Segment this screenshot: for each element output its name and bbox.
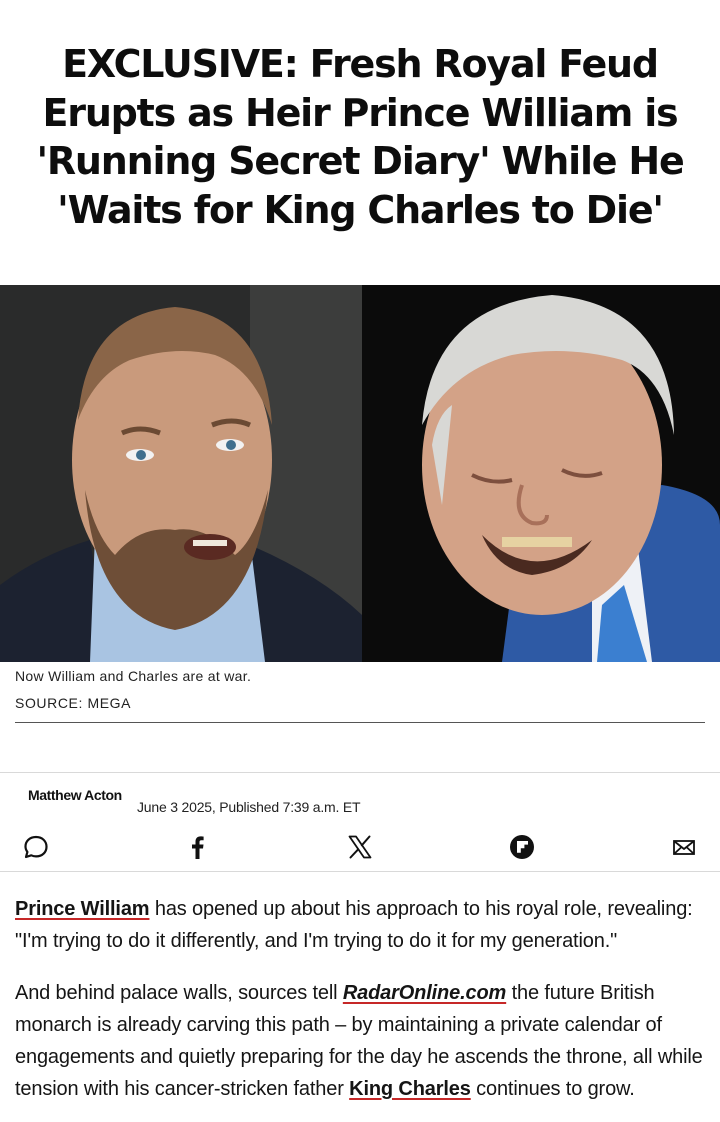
paragraph-2-text-start: And behind palace walls, sources tell	[15, 982, 343, 1004]
publish-date: June 3 2025, Published 7:39 a.m. ET	[137, 799, 361, 815]
image-caption: Now William and Charles are at war.	[15, 668, 252, 684]
paragraph-2-text-end: continues to grow.	[470, 1078, 635, 1100]
caption-divider	[15, 722, 705, 723]
article-body: Prince William has opened up about his a…	[15, 893, 710, 1122]
paragraph-2: And behind palace walls, sources tell Ra…	[15, 977, 710, 1105]
hero-image	[0, 285, 720, 662]
comment-icon	[24, 835, 48, 859]
email-share-button[interactable]	[668, 830, 700, 864]
facebook-icon	[192, 836, 204, 859]
paragraph-1: Prince William has opened up about his a…	[15, 893, 710, 957]
x-icon	[348, 835, 372, 859]
image-source: SOURCE: MEGA	[15, 695, 132, 711]
radaronline-link[interactable]: RadarOnline.com	[343, 982, 507, 1004]
email-icon	[673, 840, 695, 855]
x-share-button[interactable]	[344, 830, 376, 864]
king-charles-link[interactable]: King Charles	[349, 1078, 471, 1100]
byline-divider-top	[0, 772, 720, 773]
byline-divider-bottom	[0, 871, 720, 872]
article-headline: EXCLUSIVE: Fresh Royal Feud Erupts as He…	[36, 42, 684, 232]
prince-william-link[interactable]: Prince William	[15, 898, 150, 920]
comment-button[interactable]	[20, 830, 52, 864]
author-name[interactable]: Matthew Acton	[28, 787, 122, 803]
facebook-share-button[interactable]	[182, 830, 214, 864]
flipboard-icon	[510, 835, 534, 859]
photo-prince-william	[0, 285, 362, 662]
photo-king-charles	[362, 285, 720, 662]
flipboard-share-button[interactable]	[506, 830, 538, 864]
